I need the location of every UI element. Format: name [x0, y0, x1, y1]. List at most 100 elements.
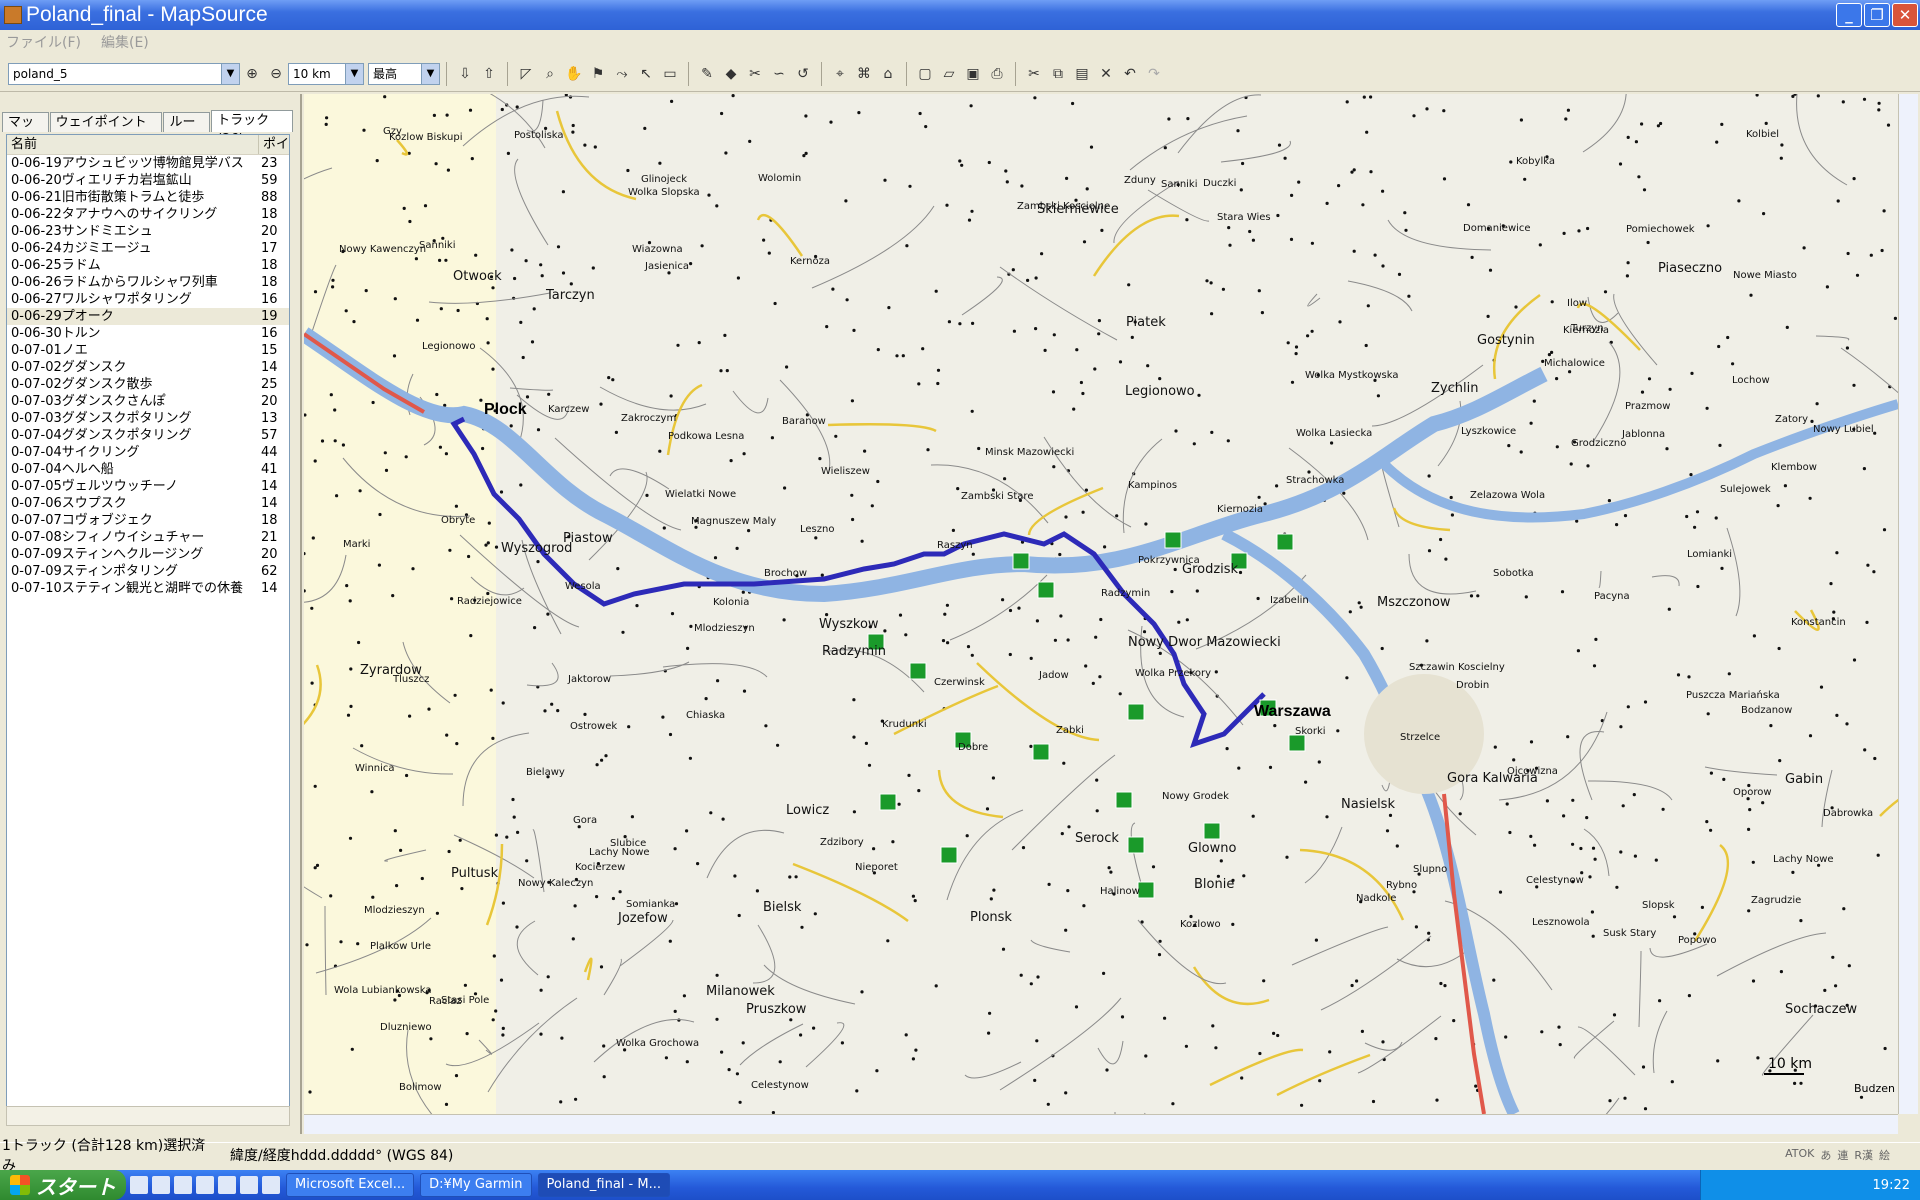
track-row[interactable]: 0-07-02グダンスク 14 — [7, 359, 289, 376]
track-tool-icon[interactable]: ✎ — [697, 64, 717, 84]
track-row[interactable]: 0-07-02グダンスク散歩 25 — [7, 376, 289, 393]
quicklaunch-explorer-icon[interactable] — [218, 1176, 236, 1194]
find-icon[interactable]: ⌖ — [830, 64, 850, 84]
settlement-dot — [804, 151, 808, 155]
settlement-dot — [1336, 729, 1340, 733]
map-view[interactable]: Plock Warszawa Bielsk Plonsk Nasielsk Pultu… — [304, 94, 1898, 1114]
quicklaunch-outlook-icon[interactable] — [174, 1176, 192, 1194]
task-mapsource[interactable]: Poland_final - M... — [537, 1173, 670, 1197]
track-row[interactable]: 0-07-08シフィノウイシュチャー 21 — [7, 529, 289, 546]
town-label: Piatek — [1126, 315, 1166, 330]
distance-tool-icon[interactable]: ▭ — [660, 64, 680, 84]
track-row[interactable]: 0-07-06スウプスク 14 — [7, 495, 289, 512]
map-vertical-scrollbar[interactable] — [1898, 94, 1918, 1114]
erase-tool-icon[interactable]: ◆ — [721, 64, 741, 84]
quicklaunch-desktop-icon[interactable] — [262, 1176, 280, 1194]
start-button[interactable]: スタート — [0, 1170, 126, 1200]
paste-icon[interactable]: ▤ — [1072, 64, 1092, 84]
tab-map[interactable]: マップ — [2, 112, 49, 149]
column-points[interactable]: ポイ — [259, 135, 289, 154]
track-row[interactable]: 0-07-05ヴェルツウッチーノ 14 — [7, 478, 289, 495]
settlement-dot — [741, 590, 745, 594]
track-row[interactable]: 0-07-09スティンへクルージング 20 — [7, 546, 289, 563]
maximize-button[interactable]: ❐ — [1864, 3, 1890, 27]
track-row[interactable]: 0-06-23サンドミエシュ 20 — [7, 223, 289, 240]
zoom-out-icon[interactable]: ⊖ — [266, 64, 286, 84]
town-label: Michalowice — [1544, 358, 1605, 369]
track-row[interactable]: 0-06-25ラドム 18 — [7, 257, 289, 274]
detail-select[interactable]: 最高 ▼ — [368, 62, 440, 85]
quicklaunch-ie-icon[interactable] — [152, 1176, 170, 1194]
divide-tool-icon[interactable]: ✂ — [745, 64, 765, 84]
track-row[interactable]: 0-07-04グダンスクポタリング 57 — [7, 427, 289, 444]
track-row[interactable]: 0-06-26ラドムからワルシャワ列車 18 — [7, 274, 289, 291]
close-button[interactable]: ✕ — [1892, 3, 1918, 27]
print-icon[interactable]: ⎙ — [987, 64, 1007, 84]
minimize-button[interactable]: _ — [1836, 3, 1862, 27]
map-canvas[interactable]: Plock Warszawa Bielsk Plonsk Nasielsk Pultu… — [304, 94, 1898, 1114]
cut-icon[interactable]: ✂ — [1024, 64, 1044, 84]
tab-routes[interactable]: ルート — [163, 112, 211, 149]
column-name[interactable]: 名前 — [7, 135, 259, 154]
task-my-garmin[interactable]: D:¥My Garmin — [420, 1173, 532, 1197]
zoom-level-select[interactable]: 10 km ▼ — [288, 62, 364, 85]
save-icon[interactable]: ▣ — [963, 64, 983, 84]
track-row[interactable]: 0-07-10ステティン観光と湖畔での休養 14 — [7, 580, 289, 597]
map-horizontal-scrollbar[interactable] — [304, 1114, 1898, 1134]
settlement-dot — [1205, 279, 1209, 283]
zoom-tool-icon[interactable]: ⌕ — [540, 64, 560, 84]
undo-icon[interactable]: ↶ — [1120, 64, 1140, 84]
track-row[interactable]: 0-06-22タアナウへのサイクリング 18 — [7, 206, 289, 223]
join-tool-icon[interactable]: ∽ — [769, 64, 789, 84]
open-file-icon[interactable]: ▱ — [939, 64, 959, 84]
settlement-dot — [1376, 394, 1380, 398]
route-tool-icon[interactable]: ⤳ — [612, 64, 632, 84]
selection-tool-icon[interactable]: ↖ — [636, 64, 656, 84]
redo-icon[interactable]: ↷ — [1144, 64, 1164, 84]
find-places-icon[interactable]: ⌘ — [854, 64, 874, 84]
receive-from-device-icon[interactable]: ⇩ — [455, 64, 475, 84]
reverse-tool-icon[interactable]: ↺ — [793, 64, 813, 84]
track-row[interactable]: 0-07-01ノエ 15 — [7, 342, 289, 359]
task-excel[interactable]: Microsoft Excel... — [286, 1173, 415, 1197]
track-row[interactable]: 0-06-21旧市街散策トラムと徒歩 88 — [7, 189, 289, 206]
track-row[interactable]: 0-06-27ワルシャワポタリング 16 — [7, 291, 289, 308]
settlement-dot — [1722, 777, 1726, 782]
zoom-in-icon[interactable]: ⊕ — [242, 64, 262, 84]
track-row[interactable]: 0-06-30トルン 16 — [7, 325, 289, 342]
quicklaunch-firefox-icon[interactable] — [240, 1176, 258, 1194]
list-horizontal-scrollbar[interactable] — [6, 1106, 290, 1126]
tab-tracks[interactable]: トラック(26) — [211, 110, 293, 147]
quicklaunch-word-icon[interactable] — [196, 1176, 214, 1194]
track-row[interactable]: 0-06-24カジミエージュ 17 — [7, 240, 289, 257]
send-to-device-icon[interactable]: ⇧ — [479, 64, 499, 84]
menu-file[interactable]: ファイル(F) — [6, 32, 81, 52]
delete-icon[interactable]: ✕ — [1096, 64, 1116, 84]
map-product-select[interactable]: poland_5 ▼ — [8, 62, 240, 85]
track-row[interactable]: 0-07-03グダンスクポタリング 13 — [7, 410, 289, 427]
settlement-dot — [1364, 343, 1368, 348]
track-row[interactable]: 0-07-07コヴォブジェク 18 — [7, 512, 289, 529]
map-select-tool-icon[interactable]: ◸ — [516, 64, 536, 84]
waypoint-tool-icon[interactable]: ⚑ — [588, 64, 608, 84]
quicklaunch-excel-icon[interactable] — [130, 1176, 148, 1194]
track-row[interactable]: 0-07-03グダンスクさんぽ 20 — [7, 393, 289, 410]
track-row[interactable]: 0-07-09スティンポタリング 62 — [7, 563, 289, 580]
hand-tool-icon[interactable]: ✋ — [564, 64, 584, 84]
track-row[interactable]: 0-07-04サイクリング 44 — [7, 444, 289, 461]
track-row[interactable]: 0-07-04ヘルへ船 41 — [7, 461, 289, 478]
settlement-dot — [643, 126, 647, 130]
copy-icon[interactable]: ⧉ — [1048, 64, 1068, 84]
settlement-dot — [614, 430, 618, 434]
find-nearest-icon[interactable]: ⌂ — [878, 64, 898, 84]
new-file-icon[interactable]: ▢ — [915, 64, 935, 84]
ime-toolbar[interactable]: ATOK あ連 R漢絵 — [1785, 1147, 1890, 1163]
track-row[interactable]: 0-06-20ヴィエリチカ岩塩鉱山 59 — [7, 172, 289, 189]
menu-edit[interactable]: 編集(E) — [101, 32, 149, 52]
tab-waypoints[interactable]: ウェイポイント (1) — [49, 112, 163, 149]
track-points: 14 — [261, 479, 278, 494]
town-label: Bodzanow — [1741, 705, 1792, 716]
track-row[interactable]: 0-06-29プオーク 19 — [7, 308, 289, 325]
track-row[interactable]: 0-06-19アウシュビッツ博物館見学バス 23 — [7, 155, 289, 172]
clock[interactable]: 19:22 — [1873, 1178, 1910, 1193]
